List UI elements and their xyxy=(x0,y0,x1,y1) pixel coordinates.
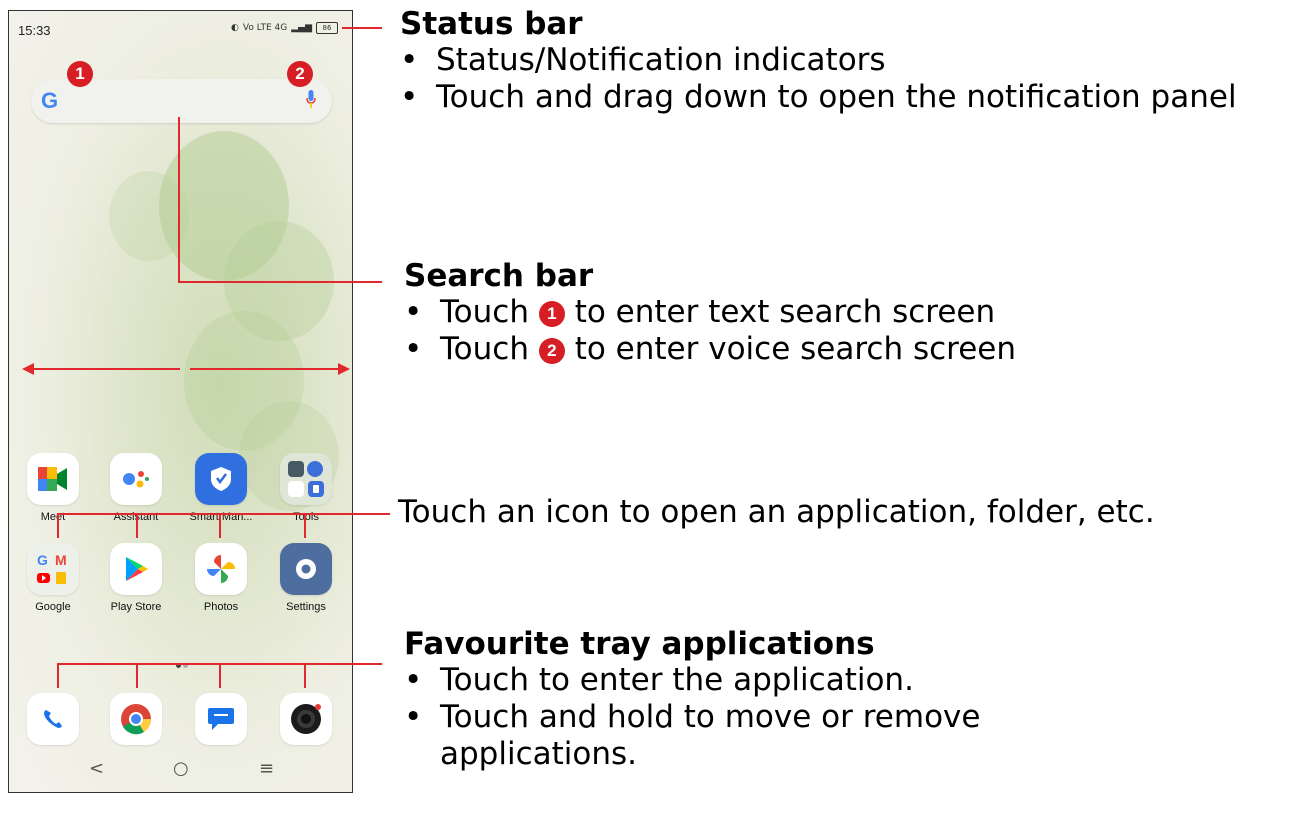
callout-title: Favourite tray applications xyxy=(404,626,875,662)
callout-bullet: Touch and drag down to open the notifica… xyxy=(400,79,1305,116)
callout-bullet: Touch 2 to enter voice search screen xyxy=(404,331,1304,368)
search-bar-callout: Search bar Touch 1 to enter text search … xyxy=(404,258,1304,368)
callout-title: Search bar xyxy=(404,258,594,294)
callout-bullet: Touch 1 to enter text search screen xyxy=(404,294,1304,331)
badge-2-icon: 2 xyxy=(538,338,565,365)
callout-bullet: Touch and hold to move or remove applica… xyxy=(404,699,1140,773)
status-bar-callout: Status bar Status/Notification indicator… xyxy=(400,6,1305,116)
badge-1-icon: 1 xyxy=(538,301,565,327)
callout-bullet: Touch to enter the application. xyxy=(404,662,1304,699)
callout-bullet: Status/Notification indicators xyxy=(400,42,1305,79)
favourite-tray-callout: Favourite tray applications Touch to ent… xyxy=(404,626,1304,774)
icon-callout: Touch an icon to open an application, fo… xyxy=(398,494,1155,530)
callout-title: Status bar xyxy=(400,6,583,42)
